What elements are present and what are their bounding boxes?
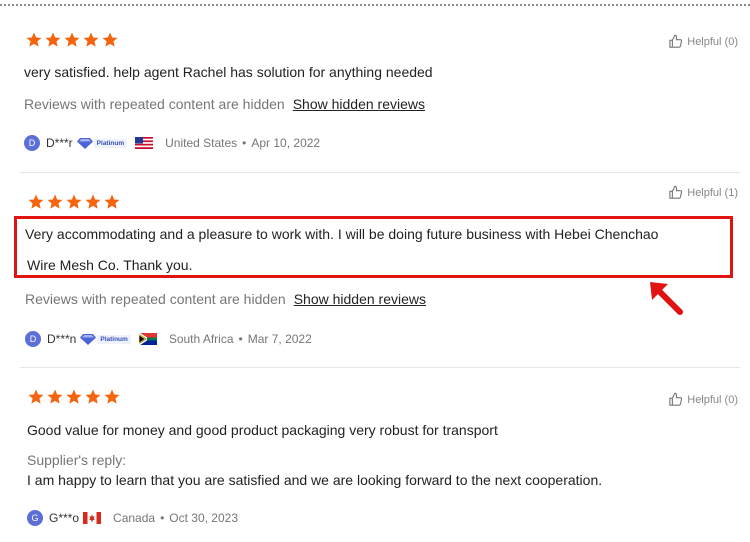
rating-stars: [25, 31, 119, 49]
avatar: D: [24, 135, 40, 151]
diamond-icon: [80, 334, 97, 345]
helpful-label: Helpful (1): [687, 186, 738, 199]
star-icon: [44, 31, 62, 49]
separator-dot: •: [160, 511, 165, 525]
star-icon: [27, 193, 45, 211]
review-text-line-1: Very accommodating and a pleasure to wor…: [25, 226, 659, 242]
reviewer-name: G***o: [49, 511, 80, 525]
star-icon: [82, 31, 100, 49]
show-hidden-reviews-link[interactable]: Show hidden reviews: [293, 96, 425, 112]
rating-stars: [27, 193, 121, 211]
star-icon: [65, 193, 83, 211]
review-date: Mar 7, 2022: [247, 332, 312, 346]
helpful-button[interactable]: Helpful (1): [668, 185, 738, 200]
reviewer-country: Canada: [113, 511, 156, 525]
reviewer-meta: D D***r Platinum United States • Apr 10,…: [24, 135, 320, 151]
helpful-label: Helpful (0): [687, 35, 738, 48]
star-icon: [46, 193, 64, 211]
avatar: G: [27, 510, 43, 526]
star-icon: [65, 388, 83, 406]
review-text-line-2: Wire Mesh Co. Thank you.: [27, 257, 193, 273]
review-date: Oct 30, 2023: [169, 511, 238, 525]
supplier-reply-label: Supplier's reply:: [27, 452, 127, 468]
us-flag-icon: [135, 137, 154, 149]
star-icon: [27, 388, 45, 406]
helpful-button[interactable]: Helpful (0): [668, 34, 738, 49]
top-dotted-divider: [0, 4, 750, 6]
platinum-badge: Platinum: [76, 137, 128, 149]
helpful-button[interactable]: Helpful (0): [668, 392, 738, 407]
show-hidden-reviews-link[interactable]: Show hidden reviews: [294, 291, 426, 307]
hidden-reviews-row: Reviews with repeated content are hidden…: [25, 291, 426, 307]
diamond-icon: [76, 138, 93, 149]
review-text: very satisfied. help agent Rachel has so…: [24, 64, 433, 80]
star-icon: [25, 31, 43, 49]
star-icon: [103, 388, 121, 406]
hidden-notice: Reviews with repeated content are hidden: [24, 96, 285, 112]
star-icon: [46, 388, 64, 406]
separator-dot: •: [238, 332, 243, 346]
supplier-reply-text: I am happy to learn that you are satisfi…: [27, 472, 603, 488]
thumbs-up-icon: [668, 185, 683, 200]
za-flag-icon: [138, 333, 157, 345]
thumbs-up-icon: [668, 392, 683, 407]
rating-stars: [27, 388, 121, 406]
reviewer-name: D***r: [46, 136, 73, 150]
arrow-icon: [650, 282, 683, 315]
review-date: Apr 10, 2022: [251, 136, 321, 150]
reviewer-meta: G G***o Canada • Oct 30, 2023: [27, 510, 238, 526]
separator-dot: •: [242, 136, 247, 150]
review-divider: [20, 172, 740, 173]
star-icon: [84, 388, 102, 406]
hidden-notice: Reviews with repeated content are hidden: [25, 291, 286, 307]
review-divider: [20, 367, 740, 368]
thumbs-up-icon: [668, 34, 683, 49]
reviewer-country: South Africa: [168, 332, 234, 346]
ca-flag-icon: [83, 512, 102, 524]
reviewer-name: D***n: [47, 332, 77, 346]
badge-label: Platinum: [97, 334, 131, 344]
review-text: Good value for money and good product pa…: [27, 422, 498, 438]
avatar: D: [25, 331, 41, 347]
helpful-label: Helpful (0): [687, 393, 738, 406]
star-icon: [101, 31, 119, 49]
star-icon: [63, 31, 81, 49]
star-icon: [84, 193, 102, 211]
platinum-badge: Platinum: [80, 333, 131, 345]
hidden-reviews-row: Reviews with repeated content are hidden…: [24, 96, 425, 112]
reviewer-country: United States: [165, 136, 238, 150]
badge-label: Platinum: [93, 138, 128, 148]
reviewer-meta: D D***n Platinum South Africa • Mar 7, 2…: [25, 331, 312, 347]
star-icon: [103, 193, 121, 211]
